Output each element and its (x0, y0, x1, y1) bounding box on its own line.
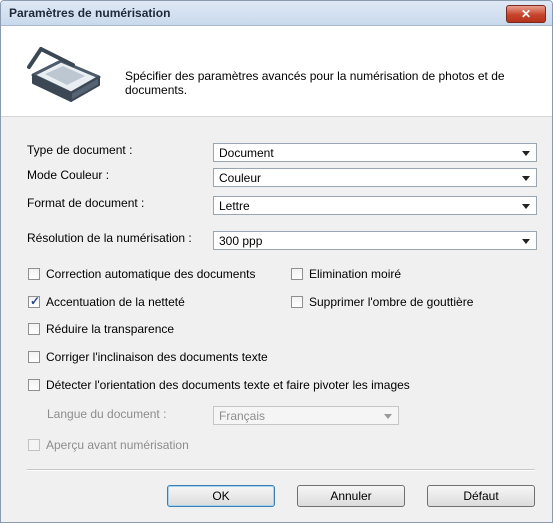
checkbox-box (28, 439, 40, 451)
sharpening-label: Accentuation de la netteté (46, 295, 185, 309)
document-size-value: Lettre (219, 199, 250, 213)
chevron-down-icon (384, 414, 392, 419)
color-mode-select[interactable]: Couleur (213, 168, 537, 187)
document-type-label: Type de document : (27, 143, 133, 157)
chevron-down-icon (522, 176, 530, 181)
scan-resolution-label: Résolution de la numérisation : (27, 231, 192, 245)
reduce-show-through-label: Réduire la transparence (46, 322, 175, 336)
dialog-description: Spécifier des paramètres avancés pour la… (125, 69, 505, 97)
document-language-label: Langue du document : (47, 407, 167, 421)
chevron-down-icon (522, 151, 530, 156)
document-type-value: Document (219, 146, 274, 160)
skew-correction-label: Corriger l'inclinaison des documents tex… (46, 350, 268, 364)
checkbox-box[interactable] (291, 296, 303, 308)
dialog-header: Spécifier des paramètres avancés pour la… (1, 26, 552, 117)
document-size-select[interactable]: Lettre (213, 196, 537, 215)
preview-before-scan-label: Aperçu avant numérisation (46, 438, 189, 452)
checkbox-box[interactable]: ✓ (28, 294, 41, 308)
window-title: Paramètres de numérisation (9, 6, 171, 20)
document-language-select: Français (213, 406, 399, 425)
chevron-down-icon (522, 204, 530, 209)
checkbox-box[interactable] (28, 351, 40, 363)
color-mode-label: Mode Couleur : (27, 168, 110, 182)
moire-removal-label: Elimination moiré (309, 267, 402, 281)
document-language-value: Français (219, 409, 266, 423)
gutter-shadow-label: Supprimer l'ombre de gouttière (309, 295, 474, 309)
close-button[interactable]: ✕ (506, 5, 546, 23)
orientation-detect-label: Détecter l'orientation des documents tex… (46, 378, 410, 392)
color-mode-value: Couleur (219, 171, 262, 185)
checkbox-box[interactable] (291, 268, 303, 280)
checkbox-box[interactable] (28, 268, 40, 280)
chevron-down-icon (522, 239, 530, 244)
title-bar[interactable]: Paramètres de numérisation ✕ (1, 1, 552, 26)
auto-correction-label: Correction automatique des documents (46, 267, 256, 281)
scanner-icon (27, 47, 101, 102)
document-type-select[interactable]: Document (213, 143, 537, 162)
cancel-button[interactable]: Annuler (297, 485, 405, 507)
default-button[interactable]: Défaut (427, 485, 535, 507)
divider (27, 469, 535, 471)
checkbox-box[interactable] (28, 323, 40, 335)
document-size-label: Format de document : (27, 196, 145, 210)
scan-settings-dialog: Paramètres de numérisation ✕ Spécifier d… (0, 0, 553, 523)
scan-resolution-value: 300 ppp (219, 234, 263, 248)
checkmark-icon: ✓ (30, 294, 41, 308)
checkbox-box[interactable] (28, 379, 40, 391)
ok-button[interactable]: OK (167, 485, 275, 507)
scan-resolution-select[interactable]: 300 ppp (213, 231, 537, 250)
